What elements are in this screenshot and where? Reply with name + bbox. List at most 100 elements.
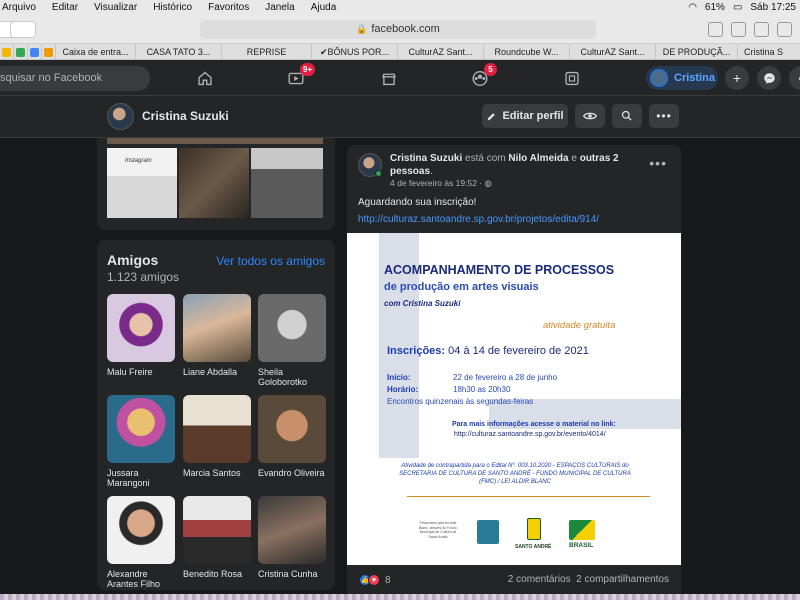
poster-with: com Cristina Suzuki	[384, 299, 461, 308]
clock[interactable]: Sáb 17:25	[750, 2, 796, 13]
post-header: Cristina Suzuki está com Nilo Almeida e …	[390, 152, 640, 178]
tagged-person-link[interactable]: Nilo Almeida	[508, 153, 568, 164]
friend-tile[interactable]: Sheila Goloborotko	[258, 294, 326, 387]
friend-tile[interactable]: Evandro Oliveira	[258, 395, 326, 478]
post-image[interactable]: ACOMPANHAMENTO DE PROCESSOS de produção …	[347, 233, 681, 565]
friend-photo[interactable]	[107, 496, 175, 564]
shares-link[interactable]: 2 compartilhamentos	[576, 574, 669, 585]
battery-level[interactable]: 61%	[705, 2, 725, 13]
bookmark-1[interactable]: Caixa de entra...	[56, 44, 136, 59]
battery-icon[interactable]: ▭	[733, 2, 742, 13]
post-options-icon[interactable]: •••	[649, 155, 667, 171]
friend-name[interactable]: Alexandre Arantes Filho	[107, 569, 175, 589]
search-profile-button[interactable]	[612, 104, 642, 128]
photo-thumbnail[interactable]	[179, 148, 249, 218]
bookmark-orange-icon[interactable]	[42, 44, 56, 60]
bookmark-plus-icon[interactable]	[14, 44, 28, 60]
create-button[interactable]: +	[725, 66, 749, 90]
edit-profile-button[interactable]: Editar perfil	[482, 104, 568, 128]
more-options-button[interactable]: •••	[649, 104, 679, 128]
bookmark-8[interactable]: DE PRODUÇÃ...	[656, 44, 738, 59]
extension-icon[interactable]	[731, 22, 746, 37]
poster-divider	[407, 496, 650, 497]
view-as-button[interactable]	[575, 104, 605, 128]
friend-tile[interactable]: Alexandre Arantes Filho	[107, 496, 175, 589]
reload-icon[interactable]	[708, 22, 723, 37]
avatar[interactable]	[358, 153, 382, 177]
sidebar-toggle-button[interactable]	[10, 21, 36, 38]
post-author-link[interactable]: Cristina Suzuki	[390, 153, 462, 164]
pencil-icon	[488, 112, 496, 120]
friend-tile[interactable]: Liane Abdalla	[183, 294, 251, 377]
friend-photo[interactable]	[258, 496, 326, 564]
menu-visualizar[interactable]: Visualizar	[86, 2, 145, 13]
friend-tile[interactable]: Jussara Marangoni	[107, 395, 175, 488]
menu-janela[interactable]: Janela	[257, 2, 302, 13]
friend-name[interactable]: Liane Abdalla	[183, 367, 251, 377]
friend-tile[interactable]: Cristina Cunha	[258, 496, 326, 579]
friend-tile[interactable]: Malu Freire	[107, 294, 175, 377]
post-date[interactable]: 4 de fevereiro às 19:52 ·	[390, 178, 485, 188]
friend-photo[interactable]	[183, 395, 251, 463]
friend-photo[interactable]	[183, 294, 251, 362]
bookmark-9[interactable]: Cristina S	[738, 44, 788, 59]
menu-ajuda[interactable]: Ajuda	[303, 2, 345, 13]
poster-url: http://culturaz.santoandre.sp.gov.br/eve…	[454, 431, 606, 438]
bookmark-5[interactable]: CulturAZ Sant...	[398, 44, 484, 59]
friend-name[interactable]: Sheila Goloborotko	[258, 367, 326, 387]
photos-card: Instagram	[97, 138, 335, 230]
friend-photo[interactable]	[258, 395, 326, 463]
search-input[interactable]: squisar no Facebook	[0, 66, 150, 91]
bookmark-4[interactable]: ✔BÔNUS POR...	[312, 44, 398, 59]
friend-name[interactable]: Marcia Santos	[183, 468, 251, 478]
share-icon[interactable]	[754, 22, 769, 37]
friend-photo[interactable]	[258, 294, 326, 362]
photo-thumbnail[interactable]: Instagram	[107, 148, 177, 218]
friend-photo[interactable]	[107, 395, 175, 463]
tabs-icon[interactable]	[777, 22, 792, 37]
friends-title[interactable]: Amigos	[107, 252, 158, 268]
friend-tile[interactable]: Benedito Rosa	[183, 496, 251, 579]
poster-inicio-label: Início:	[387, 373, 411, 382]
home-icon[interactable]	[196, 70, 214, 87]
menu-favoritos[interactable]: Favoritos	[200, 2, 257, 13]
reactions-summary[interactable]: 👍 ♥ 8	[359, 574, 391, 586]
photo-thumbnail[interactable]	[251, 148, 323, 218]
groups-badge: 5	[484, 63, 497, 76]
menu-editar[interactable]: Editar	[44, 2, 86, 13]
friend-photo[interactable]	[107, 294, 175, 362]
friend-name[interactable]: Malu Freire	[107, 367, 175, 377]
marketplace-icon[interactable]	[380, 70, 398, 87]
messenger-button[interactable]	[757, 66, 781, 90]
friend-photo[interactable]	[183, 496, 251, 564]
post-timestamp[interactable]: 4 de fevereiro às 19:52 · ◍	[390, 178, 492, 189]
photo-row-top[interactable]	[107, 138, 323, 144]
post-card: Cristina Suzuki está com Nilo Almeida e …	[347, 145, 681, 600]
wifi-icon[interactable]: ◠	[688, 2, 697, 13]
bookmark-blue-icon[interactable]	[28, 44, 42, 60]
friend-name[interactable]: Benedito Rosa	[183, 569, 251, 579]
bookmark-drive-icon[interactable]	[0, 44, 14, 60]
see-all-friends-link[interactable]: Ver todos os amigos	[216, 254, 325, 268]
bookmarks-bar: Caixa de entra... CASA TATO 3... REPRISE…	[0, 44, 800, 60]
friend-name[interactable]: Cristina Cunha	[258, 569, 326, 579]
bookmark-2[interactable]: CASA TATO 3...	[136, 44, 222, 59]
friend-name[interactable]: Evandro Oliveira	[258, 468, 326, 478]
bookmark-7[interactable]: CulturAZ Sant...	[570, 44, 656, 59]
friend-name[interactable]: Jussara Marangoni	[107, 468, 175, 488]
bookmark-3[interactable]: REPRISE	[222, 44, 312, 59]
profile-chip[interactable]: Cristina	[646, 66, 718, 90]
notifications-button[interactable]: •	[789, 66, 800, 90]
menu-arquivo[interactable]: Arquivo	[0, 2, 44, 13]
comments-link[interactable]: 2 comentários	[508, 574, 571, 585]
friend-tile[interactable]: Marcia Santos	[183, 395, 251, 478]
bookmark-6[interactable]: Roundcube W...	[484, 44, 570, 59]
profile-name[interactable]: Cristina Suzuki	[142, 109, 229, 123]
menu-historico[interactable]: Histórico	[145, 2, 200, 13]
address-bar[interactable]: 🔒 facebook.com	[200, 20, 596, 39]
gaming-icon[interactable]	[563, 70, 581, 87]
reaction-count: 8	[385, 574, 391, 586]
poster-insc-dates: 04 à 14 de fevereiro de 2021	[445, 345, 589, 357]
avatar[interactable]	[107, 103, 134, 130]
post-link[interactable]: http://culturaz.santoandre.sp.gov.br/pro…	[358, 214, 599, 225]
